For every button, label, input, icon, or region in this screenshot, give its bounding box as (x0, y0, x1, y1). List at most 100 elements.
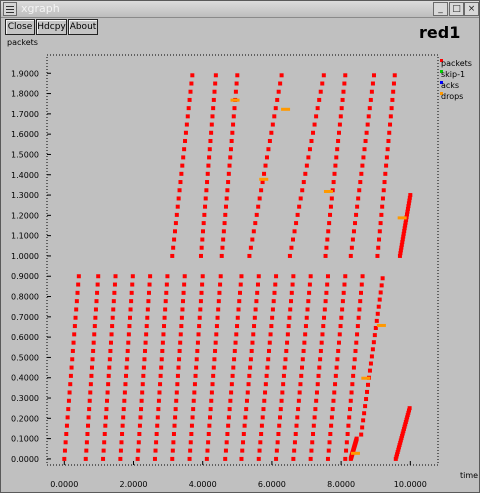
packets-point (111, 299, 116, 304)
packets-point (301, 180, 306, 185)
packets-point (188, 448, 193, 453)
packets-point (135, 456, 140, 461)
drops-marker (230, 98, 240, 102)
packets-point (184, 122, 189, 127)
packets-point (303, 324, 308, 329)
x-tick-label: 2.0000 (120, 480, 148, 489)
packets-point (262, 171, 267, 176)
packets-point (89, 365, 94, 370)
packets-point (284, 348, 289, 353)
packets-point (177, 357, 182, 362)
packets-point (189, 432, 194, 437)
packets-point (256, 456, 261, 461)
packets-point (364, 130, 369, 135)
packets-point (126, 332, 131, 337)
packets-point (350, 382, 355, 387)
packets-point (197, 315, 202, 320)
packets-point (228, 147, 233, 152)
packets-point (159, 357, 164, 362)
packets-point (108, 348, 113, 353)
packets-point (95, 290, 100, 295)
packets-point (192, 390, 197, 395)
packets-point (322, 315, 327, 320)
packets-point (64, 432, 69, 437)
packets-point (292, 229, 297, 234)
packets-point (87, 398, 92, 403)
packets-point (178, 340, 183, 345)
y-tick-label: 1.1000 (11, 232, 39, 241)
packets-point (96, 274, 101, 279)
packets-point (241, 432, 246, 437)
xgraph-window: xgraph _ □ × Close Hdcpy About red1 pack… (0, 0, 480, 493)
packets-point (93, 307, 98, 312)
drops-marker (376, 323, 386, 327)
packets-point (67, 390, 72, 395)
packets-point (297, 390, 302, 395)
packets-point (364, 397, 369, 402)
packets-point (375, 253, 380, 258)
packets-point (201, 229, 206, 234)
packets-point (171, 432, 176, 437)
y-tick-label: 1.9000 (11, 69, 39, 78)
packets-point (144, 332, 149, 337)
packets-point (259, 188, 264, 193)
packets-point (205, 180, 210, 185)
packets-point (158, 373, 163, 378)
y-tick-label: 0.5000 (11, 353, 39, 362)
packets-point (360, 163, 365, 168)
packets-point (303, 332, 308, 337)
packets-point (312, 122, 317, 127)
packets-point (105, 390, 110, 395)
packets-point (380, 196, 385, 201)
packets-point (206, 432, 211, 437)
packets-point (160, 340, 165, 345)
packets-point (110, 324, 115, 329)
packets-point (309, 138, 314, 143)
packets-point (386, 138, 391, 143)
packets-point (324, 245, 329, 250)
packets-point (237, 290, 242, 295)
packets-point (277, 423, 282, 428)
packets-point (281, 373, 286, 378)
packets-point (155, 415, 160, 420)
packets-point (324, 290, 329, 295)
packets-point (216, 299, 221, 304)
packets-point (307, 290, 312, 295)
packets-point (315, 106, 320, 111)
packets-point (343, 274, 348, 279)
packets-point (323, 253, 328, 258)
packets-point (263, 390, 268, 395)
packets-point (107, 365, 112, 370)
packets-point (274, 456, 279, 461)
packets-point (109, 332, 114, 337)
packets-point (266, 348, 271, 353)
packets-point (248, 365, 253, 370)
packets-point (287, 315, 292, 320)
packets-point (313, 407, 318, 412)
packets-point (177, 188, 182, 193)
packets-point (318, 348, 323, 353)
packets-point (317, 97, 322, 102)
packets-point (196, 332, 201, 337)
packets-point (294, 423, 299, 428)
packets-point (139, 407, 144, 412)
packets-point (223, 204, 228, 209)
drops-marker (397, 216, 407, 220)
packets-point (89, 373, 94, 378)
packets-point (340, 307, 345, 312)
packets-point (187, 456, 192, 461)
packets-point (369, 89, 374, 94)
packets-point (93, 315, 98, 320)
packets-point (328, 212, 333, 217)
packets-point (377, 229, 382, 234)
packets-point (71, 340, 76, 345)
packets-point (209, 398, 214, 403)
packets-point (351, 373, 356, 378)
packets-point (200, 274, 205, 279)
packets-point (73, 315, 78, 320)
packets-point (235, 324, 240, 329)
packets-point (174, 390, 179, 395)
packets-point (390, 97, 395, 102)
packets-point (366, 382, 371, 387)
packets-point (282, 365, 287, 370)
